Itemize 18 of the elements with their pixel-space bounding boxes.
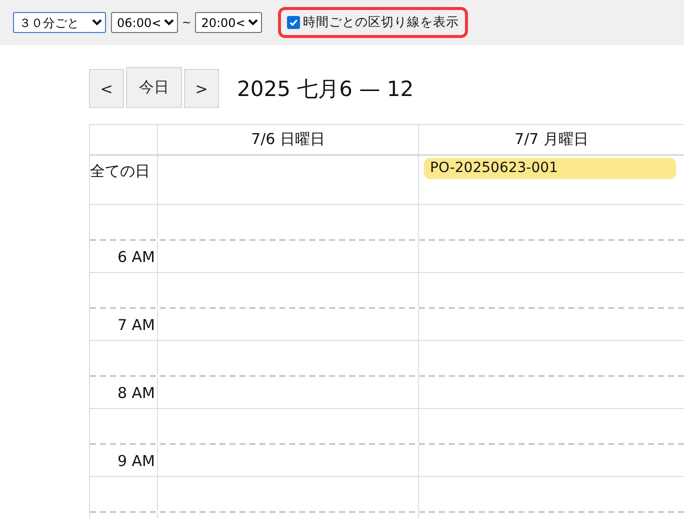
start-time-select[interactable]: 06:00< [111, 12, 178, 33]
range-separator: ~ [182, 16, 192, 29]
day-header: 7/6 日曜日 [251, 130, 325, 149]
today-button[interactable]: 今日 [126, 67, 182, 108]
day-header: 7/7 月曜日 [514, 130, 588, 149]
time-label: 6 AM [117, 248, 155, 266]
hour-lines-checkbox[interactable]: 時間ごとの区切り線を表示 [278, 7, 468, 38]
end-time-select[interactable]: 20:00< [195, 12, 262, 33]
event-chip[interactable]: PO-20250623-001 [424, 158, 676, 179]
previous-button[interactable]: < [89, 69, 124, 108]
time-label: 7 AM [117, 316, 155, 334]
time-label: 9 AM [117, 452, 155, 470]
all-day-label: 全ての日 [90, 162, 151, 181]
interval-select[interactable]: ３０分ごと [13, 12, 106, 33]
week-title: 2025 七月6 — 12 [237, 76, 414, 102]
next-button[interactable]: > [184, 69, 219, 108]
checkbox[interactable] [287, 16, 300, 29]
time-label: 8 AM [117, 384, 155, 402]
